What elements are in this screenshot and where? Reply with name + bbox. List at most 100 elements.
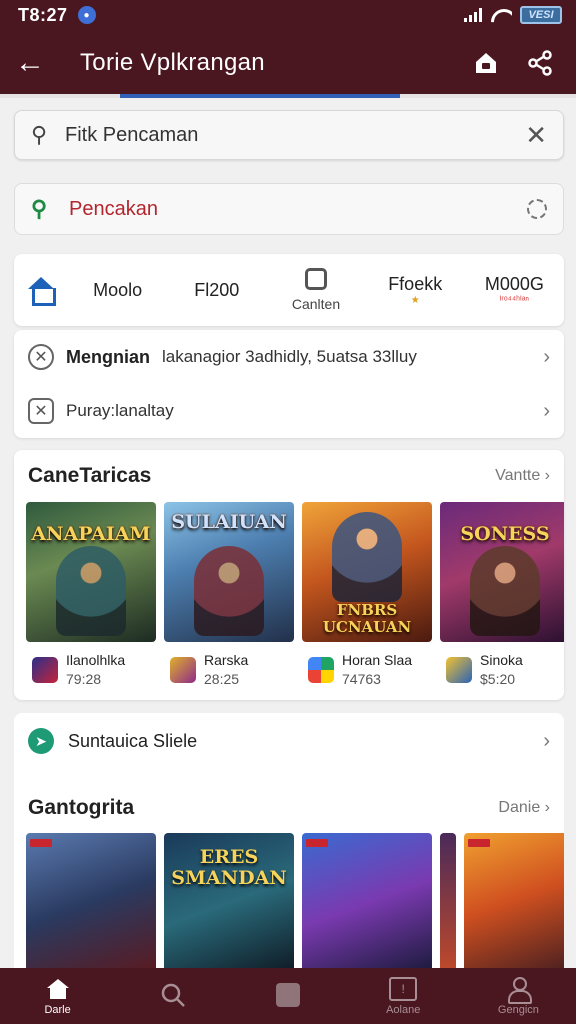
status-indicators: VESI xyxy=(464,6,562,24)
close-circle-icon: ✕ xyxy=(28,344,54,370)
game-price: 79:28 xyxy=(66,671,102,687)
app-bar: ← Torie Vplkrangan xyxy=(0,30,576,96)
game-card[interactable] xyxy=(440,833,456,969)
tab-moolo[interactable]: Moolo xyxy=(68,254,167,326)
search-input[interactable] xyxy=(65,123,526,147)
badge-icon xyxy=(30,839,52,847)
menu-row-title: Mengnian xyxy=(66,346,150,367)
artwork-title: FNBRS UCNAUAN xyxy=(322,601,412,636)
see-more-link[interactable]: Danie › xyxy=(498,799,550,817)
tab-sublabel: ᴵʳᵒ⁴⁴ʰᴵᵃⁿ xyxy=(499,295,530,306)
section-title: CaneTaricas xyxy=(28,464,152,487)
loading-progress-bar xyxy=(0,94,576,98)
game-artwork: SULAIUAN xyxy=(164,502,294,642)
game-card[interactable]: FNBRS UCNAUAN Horan Slaa 74763 xyxy=(302,502,432,687)
tab-canlten[interactable]: Canlten xyxy=(266,254,365,326)
badge-icon xyxy=(306,839,328,847)
tab-label: Ffoekk xyxy=(388,274,443,294)
search-icon: ⚲ xyxy=(31,196,48,221)
game-artwork: SONESS xyxy=(440,502,564,642)
suggestion-text: Suntauica Sliele xyxy=(68,730,198,751)
menu-card: ✕ Mengnian lakanagior 3adhidly, 5uatsa 3… xyxy=(14,330,564,438)
nav-profile[interactable]: Gengicn xyxy=(461,968,576,1024)
nav-home[interactable]: Darle xyxy=(0,968,115,1024)
nav-label: Darle xyxy=(44,1004,71,1016)
character-art xyxy=(470,546,540,636)
share-button[interactable] xyxy=(516,39,564,87)
wifi-icon xyxy=(490,7,512,23)
category-tabs: Moolo Fl200 Canlten Ffoekk ★ M000G ᴵʳᵒ⁴⁴… xyxy=(14,254,564,326)
game-price: 28:25 xyxy=(204,671,240,687)
status-bar: T8:27 ● VESI xyxy=(0,0,576,30)
game-name: Ilanolhlka xyxy=(66,652,126,668)
section-header: CaneTaricas Vantte › xyxy=(14,450,564,502)
game-app-icon xyxy=(32,656,58,683)
apps-box-icon: ! xyxy=(389,976,418,1002)
chevron-right-icon: › xyxy=(543,345,550,368)
app-actions xyxy=(462,39,576,87)
home-lock-button[interactable] xyxy=(462,39,510,87)
game-card[interactable]: ANAPAIAM Ilanolhlka 79:28 xyxy=(26,502,156,687)
see-more-link[interactable]: Vantte › xyxy=(495,467,550,485)
person-icon xyxy=(506,976,533,1004)
game-info: Horan Slaa 74763 xyxy=(302,642,432,687)
game-price: 74763 xyxy=(342,671,381,687)
bottom-navigation: Darle ! Aolane Gengicn xyxy=(0,968,576,1024)
character-art xyxy=(332,512,402,602)
game-name: Rarska xyxy=(204,652,249,668)
progress-fill xyxy=(120,94,400,98)
close-square-icon: ✕ xyxy=(28,398,54,424)
arrow-left-icon: ← xyxy=(15,46,45,79)
game-card[interactable]: SULAIUAN Rarska 28:25 xyxy=(164,502,294,687)
game-card[interactable]: SONESS Sinoka $5:20 xyxy=(440,502,564,687)
game-list: ANAPAIAM Ilanolhlka 79:28 SULAIUAN Rarsk… xyxy=(14,502,564,687)
share-icon xyxy=(528,50,552,76)
status-time: T8:27 xyxy=(18,4,68,25)
badge-icon xyxy=(468,839,490,847)
tab-fl200[interactable]: Fl200 xyxy=(167,254,266,326)
home-icon xyxy=(27,277,56,306)
menu-row-text: lakanagior 3adhidly, 5uatsa 33lluy xyxy=(162,347,417,366)
game-card[interactable] xyxy=(464,833,564,969)
query-text: Pencakan xyxy=(69,197,158,220)
nav-square[interactable] xyxy=(230,968,345,1024)
menu-row-mengnian[interactable]: ✕ Mengnian lakanagior 3adhidly, 5uatsa 3… xyxy=(14,330,564,384)
tab-home[interactable] xyxy=(14,254,68,326)
game-price: $5:20 xyxy=(480,671,516,687)
artwork-title: SONESS xyxy=(460,523,550,545)
game-card[interactable] xyxy=(26,833,156,969)
section-title: Gantogrita xyxy=(28,796,135,819)
tab-label: Canlten xyxy=(291,296,341,312)
signal-icon xyxy=(464,8,482,22)
suggestion-row[interactable]: ➤ Suntauica Sliele › xyxy=(14,713,564,769)
tab-m000g[interactable]: M000G ᴵʳᵒ⁴⁴ʰᴵᵃⁿ xyxy=(465,254,564,326)
close-icon[interactable]: ✕ xyxy=(525,120,547,151)
tab-ffoekk[interactable]: Ffoekk ★ xyxy=(366,254,465,326)
nav-label: Gengicn xyxy=(497,1004,539,1016)
menu-row-text: Puray:lanaltay xyxy=(66,401,174,420)
game-card[interactable] xyxy=(302,833,432,969)
page-title: Torie Vplkrangan xyxy=(80,49,265,76)
query-suggestion[interactable]: ⚲ Pencakan xyxy=(14,183,564,235)
game-list: ERES SMANDAN xyxy=(14,833,564,969)
battery-icon: VESI xyxy=(520,6,562,24)
search-icon: ⚲ xyxy=(31,122,48,147)
character-art xyxy=(194,546,264,636)
menu-row-puray[interactable]: ✕ Puray:lanaltay › xyxy=(14,384,564,438)
section-header: Gantogrita Danie › xyxy=(14,769,564,833)
artwork-title: ERES SMANDAN xyxy=(171,846,287,889)
back-button[interactable]: ← xyxy=(0,30,60,96)
character-art xyxy=(56,546,126,636)
game-app-icon xyxy=(170,656,196,683)
arrow-circle-icon: ➤ xyxy=(28,728,54,754)
search-bar[interactable]: ⚲ ✕ xyxy=(14,110,564,160)
nav-apps[interactable]: ! Aolane xyxy=(346,968,461,1024)
game-card[interactable]: ERES SMANDAN xyxy=(164,833,294,969)
tab-label: M000G xyxy=(484,274,544,294)
game-artwork: ANAPAIAM xyxy=(26,502,156,642)
nav-search[interactable] xyxy=(115,968,230,1024)
game-info: Sinoka $5:20 xyxy=(440,642,564,687)
chevron-right-icon: › xyxy=(543,729,550,752)
game-info: Rarska 28:25 xyxy=(164,642,294,687)
game-artwork: FNBRS UCNAUAN xyxy=(302,502,432,642)
